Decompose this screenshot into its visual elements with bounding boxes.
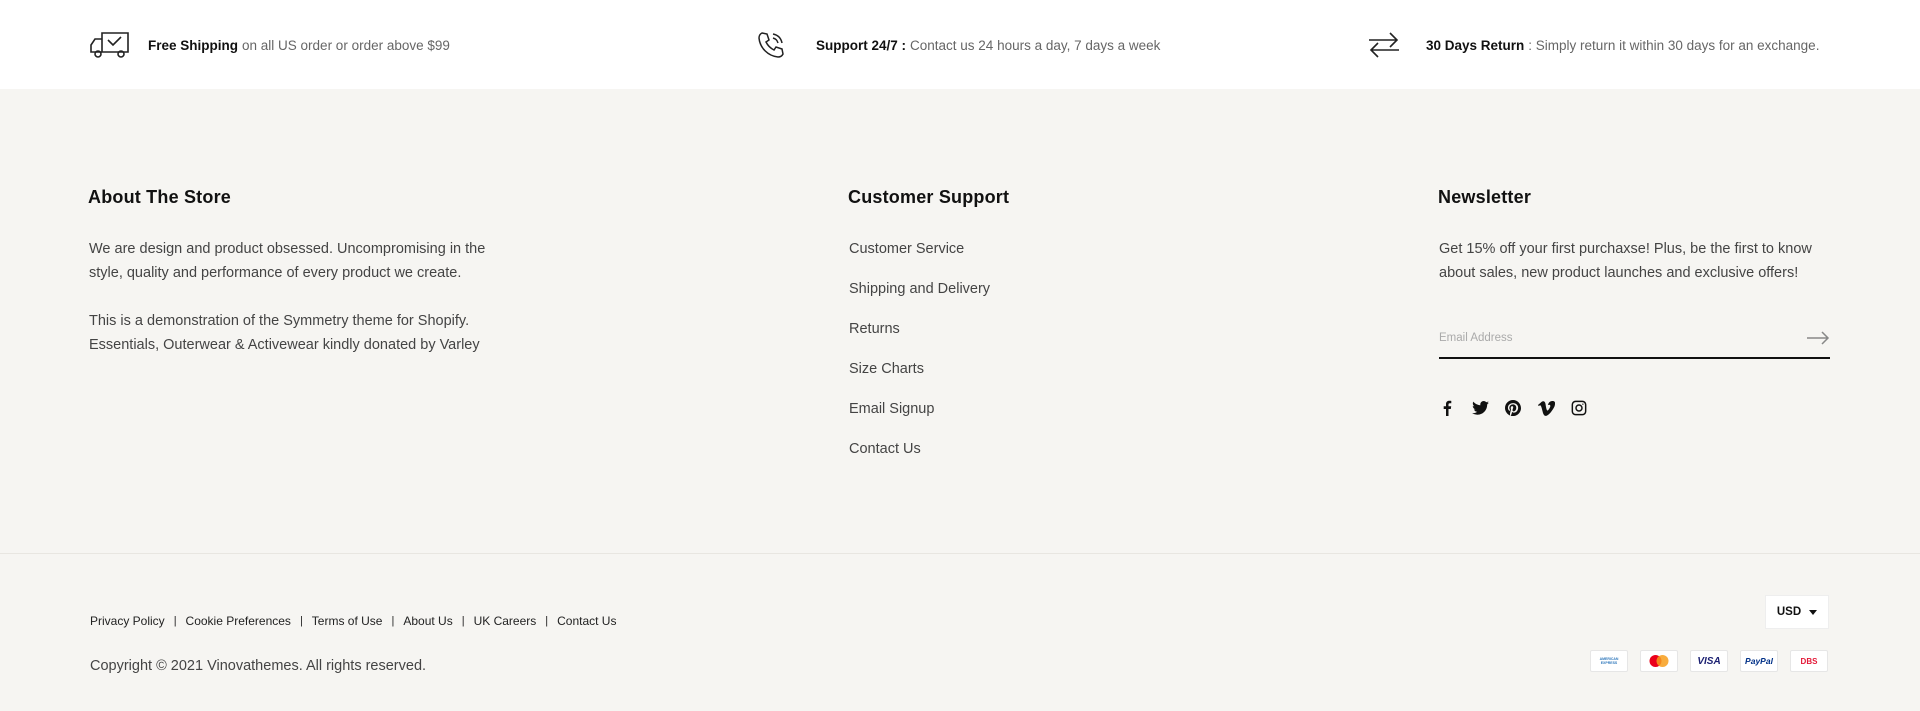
about-text: We are design and product obsessed. Unco… — [89, 237, 489, 357]
features-bar: Free Shipping on all US order or order a… — [0, 0, 1920, 89]
vimeo-icon[interactable] — [1537, 399, 1555, 417]
delivery-truck-icon — [88, 28, 134, 62]
newsletter-text: Get 15% off your first purchaxse! Plus, … — [1439, 241, 1812, 281]
feature-text: : Simply return it within 30 days for an… — [1528, 37, 1820, 53]
link-size-charts[interactable]: Size Charts — [849, 359, 990, 399]
separator: | — [391, 615, 395, 627]
link-email-signup[interactable]: Email Signup — [849, 399, 990, 439]
currency-value: USD — [1776, 606, 1802, 618]
mastercard-icon — [1640, 650, 1678, 672]
payment-methods: AMERICAN EXPRESS VISA PayPal DBS — [1590, 650, 1828, 672]
legal-links: Privacy Policy | Cookie Preferences | Te… — [90, 614, 616, 628]
exchange-arrows-icon — [1366, 28, 1412, 62]
paypal-icon: PayPal — [1740, 650, 1778, 672]
submit-arrow-icon[interactable] — [1806, 326, 1830, 350]
link-shipping-delivery[interactable]: Shipping and Delivery — [849, 279, 990, 319]
currency-selector[interactable]: USD — [1765, 595, 1829, 629]
feature-title: Support 24/7 : — [816, 37, 907, 53]
about-title: About The Store — [88, 187, 231, 207]
email-input[interactable] — [1439, 331, 1779, 344]
link-terms-of-use[interactable]: Terms of Use — [312, 614, 383, 628]
about-paragraph: We are design and product obsessed. Unco… — [89, 241, 486, 281]
american-express-icon: AMERICAN EXPRESS — [1590, 650, 1628, 672]
footer: About The Store We are design and produc… — [0, 89, 1920, 554]
feature-text: on all US order or order above $99 — [242, 37, 450, 53]
twitter-icon[interactable] — [1471, 399, 1489, 417]
about-paragraph: This is a demonstration of the Symmetry … — [89, 313, 480, 353]
separator: | — [461, 615, 465, 627]
visa-icon: VISA — [1690, 650, 1728, 672]
link-returns[interactable]: Returns — [849, 319, 990, 359]
link-about-us[interactable]: About Us — [403, 614, 452, 628]
separator: | — [545, 615, 549, 627]
link-contact-us[interactable]: Contact Us — [849, 439, 990, 479]
social-links — [1438, 399, 1588, 417]
instagram-icon[interactable] — [1570, 399, 1588, 417]
feature-free-shipping: Free Shipping on all US order or order a… — [88, 28, 450, 62]
customer-support-title: Customer Support — [848, 187, 1010, 207]
link-privacy-policy[interactable]: Privacy Policy — [90, 614, 165, 628]
dbs-icon: DBS — [1790, 650, 1828, 672]
separator: | — [173, 615, 177, 627]
customer-support-links: Customer Service Shipping and Delivery R… — [849, 239, 990, 479]
phone-icon — [756, 28, 802, 62]
separator: | — [299, 615, 303, 627]
feature-text: Contact us 24 hours a day, 7 days a week — [910, 37, 1161, 53]
feature-returns: 30 Days Return : Simply return it within… — [1366, 28, 1819, 62]
caret-down-icon — [1809, 609, 1818, 615]
newsletter-form — [1439, 318, 1830, 359]
link-uk-careers[interactable]: UK Careers — [474, 614, 537, 628]
feature-support: Support 24/7 : Contact us 24 hours a day… — [756, 28, 1160, 62]
copyright: Copyright © 2021 Vinovathemes. All right… — [90, 658, 427, 674]
link-customer-service[interactable]: Customer Service — [849, 239, 990, 279]
link-cookie-preferences[interactable]: Cookie Preferences — [186, 614, 291, 628]
pinterest-icon[interactable] — [1504, 399, 1522, 417]
link-contact-us-legal[interactable]: Contact Us — [557, 614, 616, 628]
newsletter-title: Newsletter — [1438, 187, 1532, 207]
feature-title: Free Shipping — [148, 37, 239, 53]
feature-title: 30 Days Return — [1426, 37, 1525, 53]
facebook-icon[interactable] — [1438, 399, 1456, 417]
